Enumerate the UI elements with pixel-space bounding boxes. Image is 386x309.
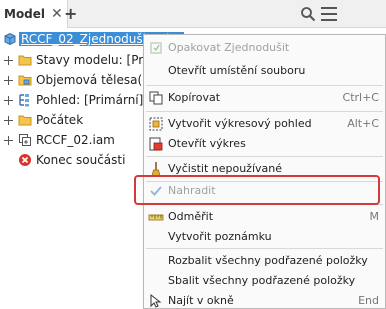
solid-bodies-icon bbox=[18, 75, 32, 86]
close-icon[interactable]: ✕ bbox=[51, 7, 63, 21]
copy-icon bbox=[149, 91, 163, 105]
part-icon bbox=[4, 32, 16, 46]
highlight-annotation-box bbox=[134, 175, 380, 205]
measure-icon bbox=[148, 214, 164, 221]
menu-item-label: Otevřít výkres bbox=[168, 137, 246, 150]
menu-item-copy[interactable]: Kopírovat Ctrl+C bbox=[144, 87, 385, 109]
menu-item-find-in-window[interactable]: Najít v okně End bbox=[144, 290, 385, 309]
menu-item-label: Sbalit všechny podřazené položky bbox=[168, 274, 356, 287]
menu-item-open-drawing[interactable]: Otevřít výkres bbox=[144, 133, 385, 155]
panel-tab-bar: Model ✕ + bbox=[0, 0, 386, 28]
menu-item-measure[interactable]: Odměřit M bbox=[144, 206, 385, 228]
tab-model[interactable]: Model ✕ bbox=[0, 0, 68, 28]
expand-icon[interactable] bbox=[4, 76, 13, 85]
end-of-part-icon bbox=[19, 154, 31, 166]
menu-item-open-file-location[interactable]: Otevřít umístění souboru bbox=[144, 60, 385, 82]
menu-item-label: Odměřit bbox=[168, 210, 214, 223]
find-in-window-icon bbox=[150, 293, 162, 308]
drawing-view-icon bbox=[149, 117, 163, 131]
expand-icon[interactable] bbox=[4, 56, 13, 65]
tab-model-label: Model bbox=[4, 7, 46, 21]
menu-item-label: Opakovat Zjednodušit bbox=[168, 41, 290, 54]
expand-icon[interactable] bbox=[4, 136, 13, 145]
expand-icon[interactable] bbox=[4, 96, 13, 105]
folder-icon bbox=[18, 55, 32, 66]
open-drawing-icon bbox=[149, 137, 163, 151]
menu-item-label: Rozbalit všechny podřazené položky bbox=[168, 254, 368, 267]
add-tab-icon[interactable]: + bbox=[64, 4, 77, 24]
repeat-icon bbox=[150, 42, 162, 54]
menu-item-expand-all-children[interactable]: Rozbalit všechny podřazené položky bbox=[144, 250, 385, 272]
tree-item-label: Pohled: [Primární] bbox=[36, 93, 144, 107]
menu-item-shortcut: Alt+C bbox=[347, 117, 379, 130]
menu-item-shortcut: M bbox=[369, 210, 380, 223]
menu-item-create-note[interactable]: Vytvořit poznámku bbox=[144, 226, 385, 248]
menu-item-label: Kopírovat bbox=[168, 91, 221, 104]
search-icon[interactable] bbox=[300, 6, 316, 22]
menu-separator bbox=[146, 85, 383, 86]
menu-item-label: Vytvořit výkresový pohled bbox=[168, 117, 312, 130]
origin-folder-icon bbox=[18, 115, 32, 126]
menu-item-collapse-all-children[interactable]: Sbalit všechny podřazené položky bbox=[144, 270, 385, 292]
menu-separator bbox=[146, 248, 383, 249]
menu-item-create-drawing-view[interactable]: Vytvořit výkresový pohled Alt+C bbox=[144, 113, 385, 135]
hamburger-menu-icon[interactable] bbox=[321, 7, 337, 21]
context-menu: Opakovat Zjednodušit Otevřít umístění so… bbox=[143, 34, 386, 309]
menu-item-shortcut: End bbox=[358, 294, 379, 307]
tree-item-label: Počátek bbox=[36, 113, 84, 127]
menu-separator bbox=[146, 156, 383, 157]
menu-item-label: Vytvořit poznámku bbox=[168, 230, 272, 243]
tree-item-label: Konec součásti bbox=[36, 153, 126, 167]
menu-separator bbox=[146, 111, 383, 112]
assembly-icon bbox=[19, 134, 31, 146]
view-icon bbox=[19, 94, 29, 107]
menu-item-shortcut: Ctrl+C bbox=[342, 91, 379, 104]
menu-item-label: Najít v okně bbox=[168, 294, 234, 307]
tree-item-label: RCCF_02.iam bbox=[36, 133, 115, 147]
menu-item-label: Otevřít umístění souboru bbox=[168, 64, 306, 77]
menu-item-repeat-simplify[interactable]: Opakovat Zjednodušit bbox=[144, 37, 385, 59]
menu-item-label: Vyčistit nepoužívané bbox=[168, 162, 282, 175]
tree-item-label: Objemová tělesa(1) bbox=[36, 73, 155, 87]
expand-icon[interactable] bbox=[4, 116, 13, 125]
